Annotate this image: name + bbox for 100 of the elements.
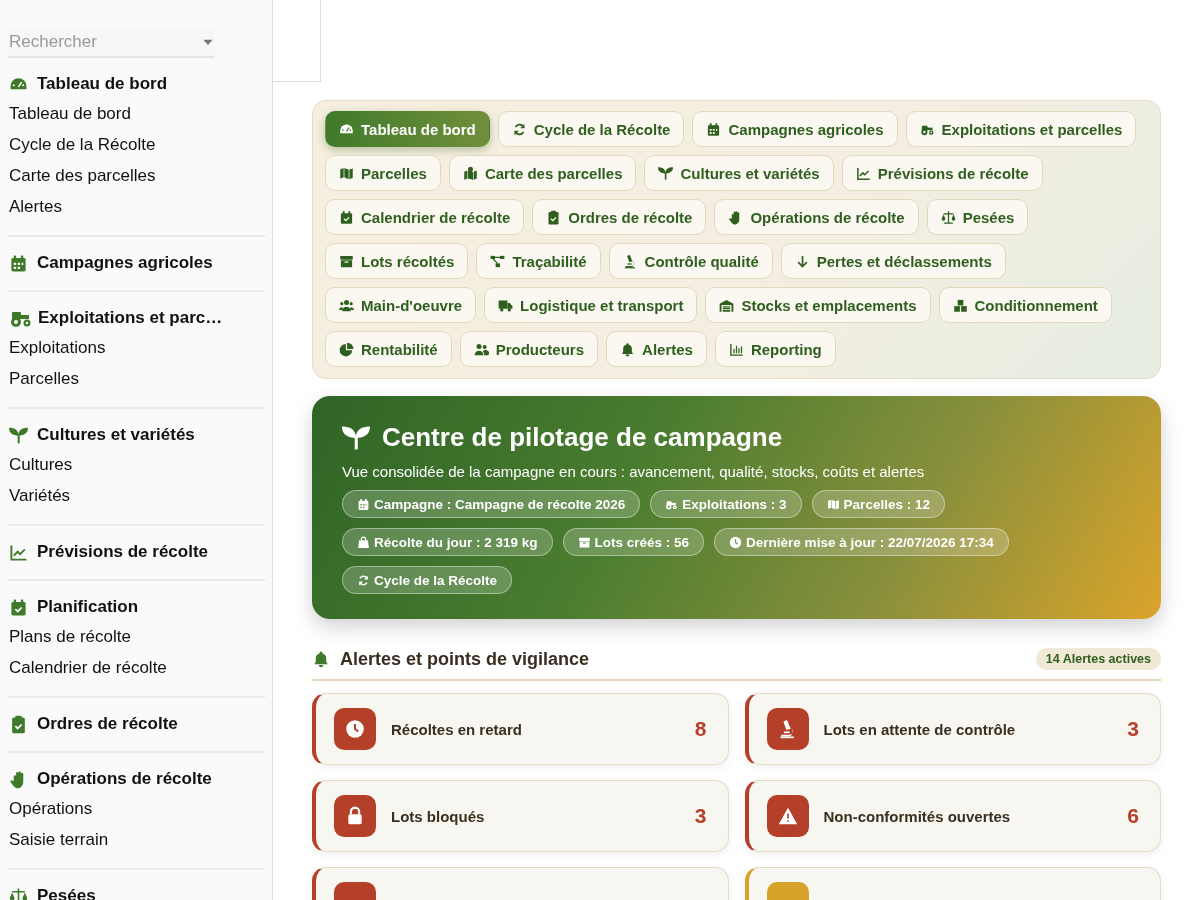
sidebar-section-header[interactable]: Cultures et variétés: [8, 421, 265, 449]
warehouse-icon: [719, 297, 735, 313]
hero-subtitle: Vue consolidée de la campagne en cours : avancement, qualité, stocks, coûts et alertes: [342, 463, 926, 480]
sidebar-item[interactable]: Plans de récolte: [8, 621, 265, 652]
users-icon: [473, 341, 489, 357]
clock-icon: [345, 719, 365, 739]
sidebar-item[interactable]: Tableau de bord: [8, 98, 265, 129]
alert-count: 6: [1127, 804, 1139, 828]
sidebar-item[interactable]: Calendrier de récolte: [8, 652, 265, 683]
sprout-icon: [658, 165, 674, 181]
nav-tab[interactable]: Pesées: [926, 199, 1029, 235]
alert-card[interactable]: Lots en attente de contrôle 3: [744, 693, 1161, 765]
sidebar-item[interactable]: Carte des parcelles: [8, 160, 265, 191]
alert-card[interactable]: Non-conformités ouvertes 6: [744, 780, 1161, 852]
info-chip: Lots créés : 56: [562, 528, 705, 556]
map-pin-icon: [462, 165, 478, 181]
bell-icon: [620, 341, 636, 357]
hero-title: Centre de pilotage de campagne: [382, 422, 783, 453]
alert-card[interactable]: Récoltes en retard 8: [312, 693, 729, 765]
map-icon: [339, 165, 354, 181]
sidebar-item[interactable]: Cultures: [8, 449, 265, 480]
nav-tab[interactable]: Carte des parcelles: [448, 155, 637, 191]
nav-tab[interactable]: Stocks et emplacements: [705, 287, 931, 323]
lock-icon: [345, 806, 365, 826]
clock-icon: [729, 535, 743, 549]
calendar-icon: [706, 121, 722, 137]
alert-label: Récoltes en retard: [391, 720, 523, 738]
warning-icon: [777, 806, 798, 826]
boxes-icon: [952, 297, 968, 313]
nav-tab[interactable]: Pertes et déclassements: [780, 243, 1006, 279]
nav-tab[interactable]: Producteurs: [459, 331, 599, 367]
section-title: Alertes et points de vigilance: [340, 648, 591, 670]
alert-count: 3: [694, 804, 707, 828]
pie-chart-icon: [339, 341, 354, 357]
info-chip: Exploitations : 3: [650, 490, 802, 518]
nav-tab[interactable]: Opérations de récolte: [714, 199, 919, 235]
nav-tab[interactable]: Rentabilité: [325, 331, 452, 367]
bag-icon: [357, 535, 370, 549]
nav-tab[interactable]: Traçabilité: [476, 243, 601, 279]
calendar-check-icon: [9, 597, 28, 617]
nav-tab[interactable]: Exploitations et parcelles: [905, 111, 1137, 147]
calendar-check-icon: [339, 209, 354, 225]
sidebar-item[interactable]: Exploitations: [8, 332, 265, 363]
microscope-icon: [622, 253, 638, 269]
nav-tab[interactable]: Campagnes agricoles: [692, 111, 898, 147]
info-chip: Cycle de la Récolte: [342, 566, 513, 594]
sidebar-item[interactable]: Saisie terrain: [8, 824, 265, 855]
sidebar-item[interactable]: Cycle de la Récolte: [8, 129, 265, 160]
sidebar-section-header[interactable]: Prévisions de récolte: [8, 538, 265, 566]
alert-count: 3: [1127, 717, 1139, 741]
nav-tab[interactable]: Logistique et transport: [484, 287, 698, 323]
nav-tab[interactable]: Prévisions de récolte: [841, 155, 1043, 191]
nav-tab[interactable]: Contrôle qualité: [608, 243, 773, 279]
nav-tab[interactable]: Reporting: [714, 331, 836, 367]
refresh-icon: [357, 573, 370, 587]
nav-tab[interactable]: Main-d'oeuvre: [325, 287, 477, 323]
info-chip: Parcelles : 12: [811, 490, 945, 518]
nav-tab[interactable]: Ordres de récolte: [532, 199, 707, 235]
line-chart-icon: [855, 165, 871, 181]
sidebar-section-header[interactable]: Campagnes agricoles: [8, 249, 265, 277]
clipboard-check-icon: [9, 714, 28, 734]
calendar-icon: [9, 253, 28, 273]
nav-tab[interactable]: Conditionnement: [938, 287, 1112, 323]
flow-icon: [490, 253, 506, 269]
box-icon: [577, 535, 591, 549]
alert-count: 8: [694, 717, 707, 741]
alert-card[interactable]: Lots bloqués 3: [312, 780, 729, 852]
sidebar-section-header[interactable]: Planification: [8, 593, 265, 621]
info-chip: Dernière mise à jour : 22/07/2026 17:34: [714, 528, 1009, 556]
alert-label: Non-conformités ouvertes: [823, 807, 1012, 825]
clipboard-check-icon: [546, 209, 562, 225]
search-field[interactable]: Rechercher: [9, 32, 201, 52]
box-icon: [339, 253, 354, 269]
scale-icon: [9, 886, 28, 900]
bar-chart-icon: [728, 341, 744, 357]
line-chart-icon: [9, 542, 28, 562]
nav-tab[interactable]: Calendrier de récolte: [325, 199, 525, 235]
sidebar-item[interactable]: Parcelles: [8, 363, 265, 394]
info-chip: Campagne : Campagne de récolte 2026: [342, 490, 641, 518]
sidebar-section-header[interactable]: Tableau de bord: [8, 70, 265, 98]
nav-tab[interactable]: Parcelles: [325, 155, 441, 191]
nav-tab[interactable]: Tableau de bord: [325, 111, 490, 147]
alert-count-badge: 14 Alertes actives: [1035, 648, 1161, 670]
users-icon: [339, 297, 354, 313]
nav-tab[interactable]: Cultures et variétés: [644, 155, 834, 191]
nav-tab[interactable]: Lots récoltés: [325, 243, 469, 279]
sidebar-section-header[interactable]: Opérations de récolte: [8, 765, 265, 793]
sidebar-item[interactable]: Opérations: [8, 793, 265, 824]
bell-icon: [312, 650, 330, 668]
sidebar-item[interactable]: Alertes: [8, 191, 265, 222]
sidebar-item[interactable]: Variétés: [8, 480, 265, 511]
calendar-icon: [357, 497, 370, 511]
nav-tab[interactable]: Alertes: [606, 331, 707, 367]
map-icon: [826, 497, 840, 511]
alert-label: Lots bloqués: [391, 807, 486, 825]
nav-tab[interactable]: Cycle de la Récolte: [497, 111, 685, 147]
sprout-icon: [9, 425, 28, 445]
sidebar-section-header[interactable]: Ordres de récolte: [8, 710, 265, 738]
scale-icon: [940, 209, 956, 225]
sidebar-section-header[interactable]: Exploitations et parc…: [8, 304, 265, 332]
